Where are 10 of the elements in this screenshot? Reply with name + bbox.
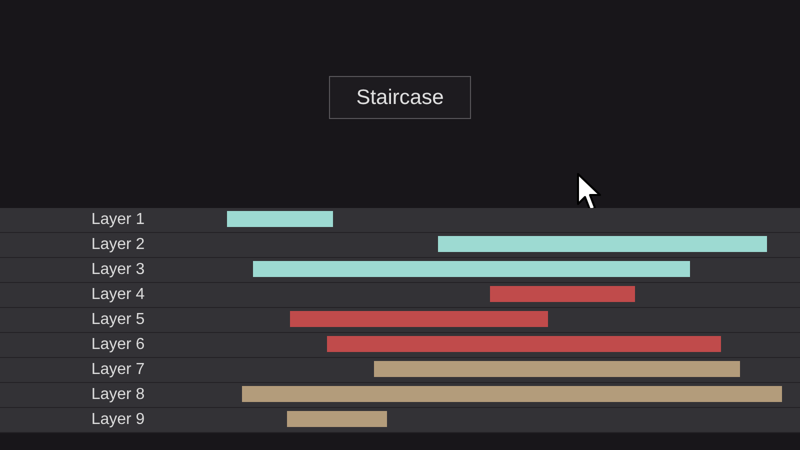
layer-label: Layer 7 [90, 361, 146, 379]
layer-label: Layer 9 [90, 411, 146, 429]
layer-label: Layer 8 [90, 386, 146, 404]
layer-label: Layer 4 [90, 286, 146, 304]
staircase-button[interactable]: Staircase [329, 76, 471, 119]
layer-label: Layer 1 [90, 211, 146, 229]
layer-label: Layer 6 [90, 336, 146, 354]
layer-label: Layer 5 [90, 311, 146, 329]
layer-label: Layer 2 [90, 236, 146, 254]
layer-label: Layer 3 [90, 261, 146, 279]
